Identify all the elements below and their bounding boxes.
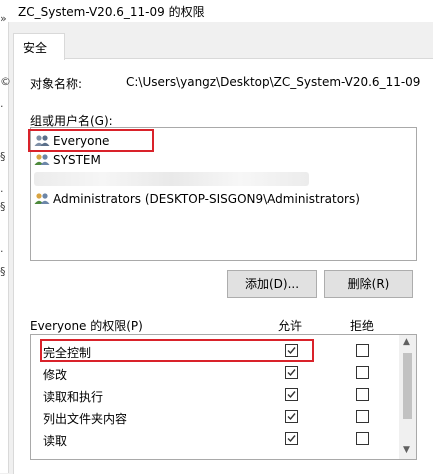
scroll-down-icon[interactable]: ▼	[403, 445, 410, 455]
tab-security-label: 安全	[23, 41, 48, 55]
scroll-up-icon[interactable]: ▲	[403, 337, 410, 347]
object-name-label: 对象名称:	[30, 77, 83, 91]
edge-char: ·	[0, 100, 4, 113]
deny-checkbox[interactable]	[356, 410, 369, 423]
edge-char: ©	[0, 75, 11, 88]
background-window-edge: » © · § · § · §	[0, 0, 11, 473]
redacted-list-item[interactable]	[34, 172, 309, 186]
list-item-label: Administrators (DESKTOP-SISGON9\Administ…	[53, 192, 360, 206]
allow-checkbox[interactable]	[285, 388, 298, 401]
list-item-label: SYSTEM	[53, 153, 101, 167]
permission-name: 修改	[43, 368, 68, 382]
edge-char: »	[0, 12, 7, 25]
highlight-everyone	[28, 129, 154, 152]
permissions-scrollbar[interactable]: ▲ ▼	[399, 335, 416, 459]
allow-checkbox[interactable]	[285, 410, 298, 423]
tab-security[interactable]: 安全	[13, 33, 65, 60]
edge-char: §	[0, 200, 6, 213]
permission-name: 读取	[43, 434, 68, 448]
edge-char: §	[0, 265, 6, 278]
checkmark-icon	[287, 413, 296, 421]
checkmark-icon	[287, 369, 296, 377]
deny-checkbox[interactable]	[356, 344, 369, 357]
title-bar[interactable]: ZC_System-V20.6_11-09 的权限	[8, 0, 433, 22]
allow-column-header: 允许	[278, 319, 303, 333]
edge-char: ·	[0, 245, 4, 258]
permission-name: 列出文件夹内容	[43, 412, 128, 426]
edge-char: ·	[0, 185, 4, 198]
users-icon	[34, 154, 50, 165]
edge-char: §	[0, 150, 6, 163]
checkmark-icon	[287, 435, 296, 443]
permission-row-list-folder: 列出文件夹内容	[31, 406, 399, 428]
deny-checkbox[interactable]	[356, 366, 369, 379]
remove-button[interactable]: 删除(R)	[324, 270, 413, 298]
permission-name: 读取和执行	[43, 390, 104, 404]
allow-checkbox[interactable]	[285, 366, 298, 379]
permission-row-read-execute: 读取和执行	[31, 384, 399, 406]
deny-checkbox[interactable]	[356, 388, 369, 401]
permissions-header: Everyone 的权限(P)	[30, 319, 143, 333]
object-name-value: C:\Users\yangz\Desktop\ZC_System-V20.6_1…	[126, 75, 421, 89]
permission-row-read: 读取	[31, 428, 399, 450]
permission-row-modify: 修改	[31, 362, 399, 384]
scrollbar-thumb[interactable]	[403, 353, 412, 419]
window-title: ZC_System-V20.6_11-09 的权限	[18, 5, 205, 19]
highlight-full-control	[40, 339, 314, 362]
checkmark-icon	[287, 391, 296, 399]
deny-column-header: 拒绝	[350, 319, 375, 333]
deny-checkbox[interactable]	[356, 432, 369, 445]
allow-checkbox[interactable]	[285, 432, 298, 445]
users-icon	[34, 193, 50, 204]
add-button[interactable]: 添加(D)...	[227, 270, 317, 298]
